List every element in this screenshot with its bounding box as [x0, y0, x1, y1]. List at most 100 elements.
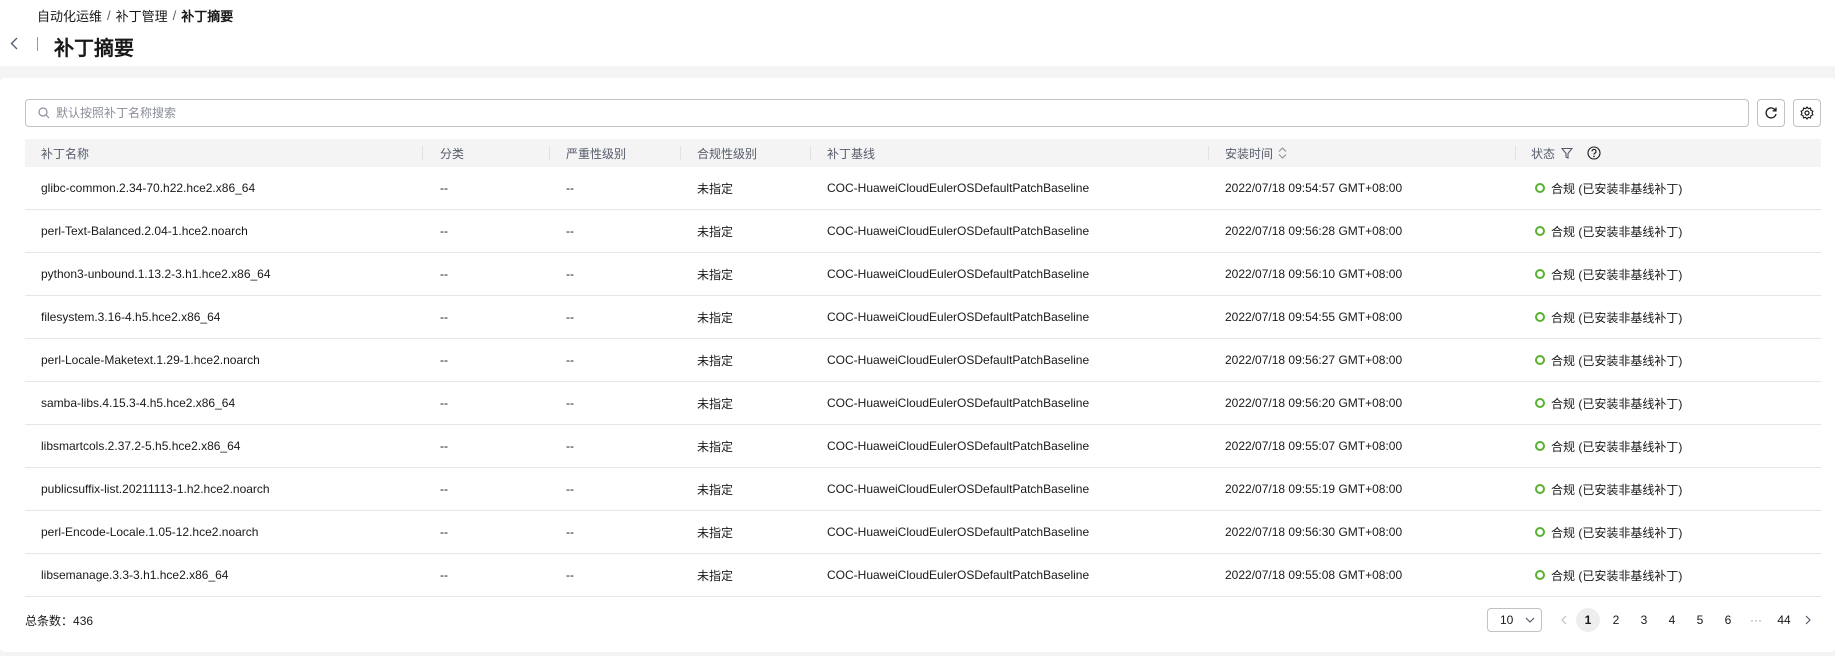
- status-circle-icon: [1535, 312, 1545, 322]
- page-button-2[interactable]: 2: [1604, 608, 1628, 632]
- cell-install-time: 2022/07/18 09:56:27 GMT+08:00: [1225, 353, 1403, 367]
- search-box[interactable]: [25, 99, 1749, 127]
- cell-status: 合规 (已安装非基线补丁): [1535, 339, 1682, 381]
- breadcrumb-item-ops[interactable]: 自动化运维: [37, 6, 102, 25]
- cell-baseline: COC-HuaweiCloudEulerOSDefaultPatchBaseli…: [827, 396, 1090, 410]
- column-header-install-time-label: 安装时间: [1225, 146, 1274, 161]
- chevron-left-icon: [10, 37, 18, 49]
- page-button-4[interactable]: 4: [1660, 608, 1684, 632]
- status-text: 合规 (已安装非基线补丁): [1551, 224, 1683, 239]
- page-size-select[interactable]: 10: [1487, 608, 1542, 632]
- table-row: filesystem.3.16-4.h5.hce2.x86_64 -- -- 未…: [25, 296, 1821, 339]
- cell-compliance: 未指定: [697, 353, 734, 368]
- breadcrumb-item-current: 补丁摘要: [181, 9, 234, 24]
- column-header-name: 补丁名称: [41, 146, 90, 161]
- cell-patch-name: python3-unbound.1.13.2-3.h1.hce2.x86_64: [41, 267, 271, 281]
- page-header: 自动化运维 / 补丁管理 / 补丁摘要 补丁摘要: [0, 0, 1835, 66]
- column-divider: [680, 146, 681, 160]
- cell-patch-name: libsemanage.3.3-3.h1.hce2.x86_64: [41, 568, 229, 582]
- cell-category: --: [440, 439, 448, 453]
- cell-install-time: 2022/07/18 09:56:30 GMT+08:00: [1225, 525, 1403, 539]
- table-row: libsmartcols.2.37.2-5.h5.hce2.x86_64 -- …: [25, 425, 1821, 468]
- cell-compliance: 未指定: [697, 224, 734, 239]
- next-page-button[interactable]: [1798, 608, 1818, 632]
- status-circle-icon: [1535, 570, 1545, 580]
- cell-baseline: COC-HuaweiCloudEulerOSDefaultPatchBaseli…: [827, 568, 1090, 582]
- cell-severity: --: [566, 568, 574, 582]
- refresh-button[interactable]: [1757, 99, 1785, 127]
- main-card: 补丁名称 分类 严重性级别 合规性级别 补丁基线 安装时间 状态: [0, 78, 1835, 652]
- cell-severity: --: [566, 310, 574, 324]
- cell-category: --: [440, 181, 448, 195]
- cell-baseline: COC-HuaweiCloudEulerOSDefaultPatchBaseli…: [827, 353, 1090, 367]
- search-icon: [38, 107, 50, 119]
- cell-patch-name: filesystem.3.16-4.h5.hce2.x86_64: [41, 310, 221, 324]
- search-input[interactable]: [56, 101, 1748, 125]
- cell-compliance: 未指定: [697, 267, 734, 282]
- column-header-install-time[interactable]: 安装时间: [1225, 139, 1287, 167]
- cell-baseline: COC-HuaweiCloudEulerOSDefaultPatchBaseli…: [827, 482, 1090, 496]
- cell-baseline: COC-HuaweiCloudEulerOSDefaultPatchBaseli…: [827, 267, 1090, 281]
- cell-status: 合规 (已安装非基线补丁): [1535, 253, 1682, 295]
- cell-compliance: 未指定: [697, 181, 734, 196]
- column-divider: [549, 146, 550, 160]
- cell-category: --: [440, 267, 448, 281]
- cell-compliance: 未指定: [697, 396, 734, 411]
- status-circle-icon: [1535, 441, 1545, 451]
- table-header: 补丁名称 分类 严重性级别 合规性级别 补丁基线 安装时间 状态: [25, 139, 1821, 167]
- table-row: perl-Encode-Locale.1.05-12.hce2.noarch -…: [25, 511, 1821, 554]
- chevron-right-icon: [1805, 615, 1811, 625]
- page-size-value: 10: [1500, 613, 1514, 627]
- sort-icon[interactable]: [1278, 147, 1287, 159]
- status-circle-icon: [1535, 226, 1545, 236]
- column-header-baseline: 补丁基线: [827, 146, 876, 161]
- cell-baseline: COC-HuaweiCloudEulerOSDefaultPatchBaseli…: [827, 439, 1090, 453]
- page-button-5[interactable]: 5: [1688, 608, 1712, 632]
- page-button-6[interactable]: 6: [1716, 608, 1740, 632]
- column-header-severity: 严重性级别: [566, 146, 627, 161]
- status-text: 合规 (已安装非基线补丁): [1551, 353, 1683, 368]
- question-circle-icon[interactable]: [1587, 146, 1601, 160]
- refresh-icon: [1765, 107, 1777, 119]
- cell-baseline: COC-HuaweiCloudEulerOSDefaultPatchBaseli…: [827, 181, 1090, 195]
- total-count-value: 436: [73, 614, 94, 628]
- cell-severity: --: [566, 396, 574, 410]
- cell-patch-name: perl-Locale-Maketext.1.29-1.hce2.noarch: [41, 353, 260, 367]
- filter-icon[interactable]: [1561, 147, 1574, 159]
- column-divider: [1208, 146, 1209, 160]
- chevron-left-icon: [1561, 615, 1567, 625]
- settings-button[interactable]: [1793, 99, 1821, 127]
- cell-status: 合规 (已安装非基线补丁): [1535, 210, 1682, 252]
- cell-severity: --: [566, 353, 574, 367]
- patch-table: 补丁名称 分类 严重性级别 合规性级别 补丁基线 安装时间 状态 glibc-c…: [25, 139, 1821, 597]
- page-button-1[interactable]: 1: [1576, 608, 1600, 632]
- breadcrumb: 自动化运维 / 补丁管理 / 补丁摘要: [37, 6, 233, 25]
- cell-patch-name: libsmartcols.2.37.2-5.h5.hce2.x86_64: [41, 439, 241, 453]
- cell-status: 合规 (已安装非基线补丁): [1535, 554, 1682, 596]
- cell-compliance: 未指定: [697, 439, 734, 454]
- cell-baseline: COC-HuaweiCloudEulerOSDefaultPatchBaseli…: [827, 224, 1090, 238]
- column-divider: [422, 146, 423, 160]
- page-button-last[interactable]: 44: [1772, 608, 1796, 632]
- cell-install-time: 2022/07/18 09:55:19 GMT+08:00: [1225, 482, 1403, 496]
- cell-severity: --: [566, 525, 574, 539]
- page-button-3[interactable]: 3: [1632, 608, 1656, 632]
- prev-page-button[interactable]: [1554, 608, 1574, 632]
- table-row: python3-unbound.1.13.2-3.h1.hce2.x86_64 …: [25, 253, 1821, 296]
- cell-patch-name: publicsuffix-list.20211113-1.h2.hce2.noa…: [41, 482, 270, 496]
- column-header-status-label: 状态: [1531, 146, 1556, 161]
- table-row: publicsuffix-list.20211113-1.h2.hce2.noa…: [25, 468, 1821, 511]
- page-title: 补丁摘要: [54, 38, 134, 60]
- cell-install-time: 2022/07/18 09:54:55 GMT+08:00: [1225, 310, 1403, 324]
- table-row: glibc-common.2.34-70.h22.hce2.x86_64 -- …: [25, 167, 1821, 210]
- table-row: samba-libs.4.15.3-4.h5.hce2.x86_64 -- --…: [25, 382, 1821, 425]
- back-button[interactable]: [6, 34, 22, 52]
- pagination: 10 1 2 3 4 5 6 ··· 44: [1487, 607, 1818, 633]
- page-ellipsis[interactable]: ···: [1744, 608, 1768, 632]
- cell-category: --: [440, 396, 448, 410]
- column-divider: [1515, 146, 1516, 160]
- cell-compliance: 未指定: [697, 525, 734, 540]
- cell-patch-name: perl-Encode-Locale.1.05-12.hce2.noarch: [41, 525, 259, 539]
- status-text: 合规 (已安装非基线补丁): [1551, 310, 1683, 325]
- breadcrumb-item-patch-mgmt[interactable]: 补丁管理: [116, 6, 168, 25]
